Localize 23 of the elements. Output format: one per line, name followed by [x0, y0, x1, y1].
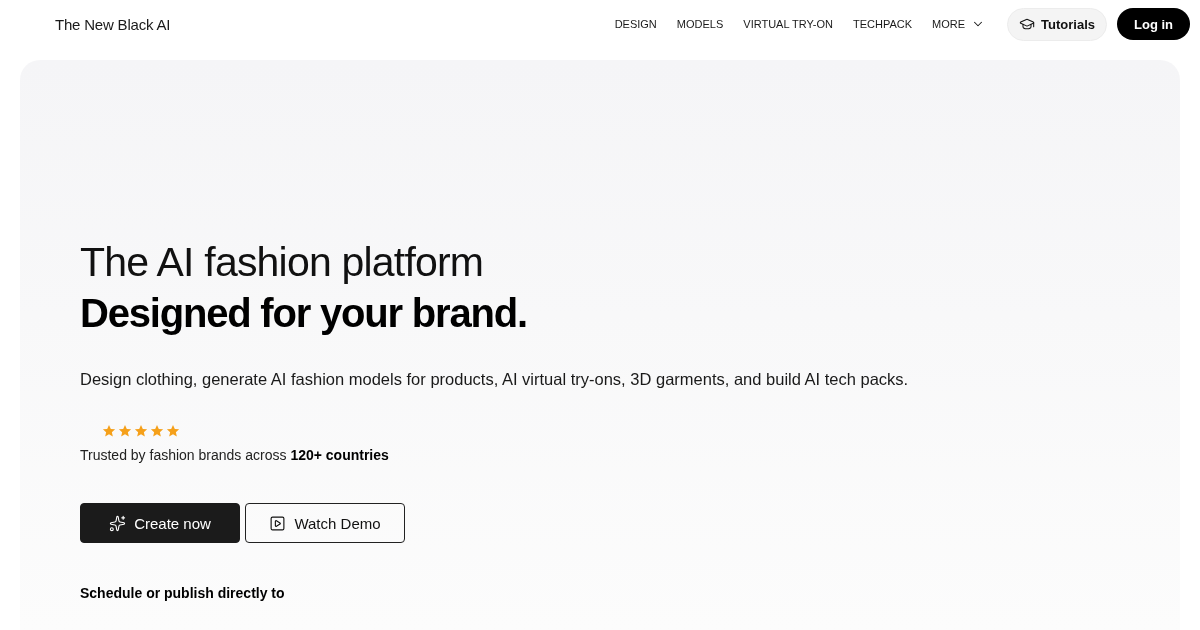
nav-link[interactable]: TECHPACK: [852, 18, 913, 30]
play-icon: [269, 514, 287, 532]
hero-title: The AI fashion platform: [80, 238, 484, 287]
brand-logo[interactable]: The New Black AI: [55, 15, 171, 33]
hero-description: Design clothing, generate AI fashion models for products, AI virtual try-ons, 3D garments, and build AI tech packs.: [80, 369, 909, 390]
nav-link[interactable]: DESIGN: [614, 18, 657, 30]
trust-text: Trusted by fashion brands across 120+ countries: [80, 446, 389, 464]
star-icon: [118, 424, 132, 438]
nav-link[interactable]: MORE: [932, 17, 986, 31]
publish-heading: Schedule or publish directly to: [80, 584, 285, 602]
nav-link[interactable]: MODELS: [676, 18, 724, 30]
star-icon: [150, 424, 164, 438]
create-button[interactable]: Create now: [80, 503, 240, 543]
nav-link[interactable]: VIRTUAL TRY-ON: [743, 18, 833, 30]
login-button[interactable]: Log in: [1117, 8, 1190, 40]
graduation-cap-icon: [1019, 16, 1036, 32]
hero-subtitle: Designed for your brand.: [80, 290, 527, 337]
sparkle-icon: [109, 514, 127, 532]
star-icon: [134, 424, 148, 438]
tutorials-button[interactable]: Tutorials: [1007, 7, 1107, 41]
star-icon: [166, 424, 180, 438]
demo-button[interactable]: Watch Demo: [245, 503, 405, 543]
star-icon: [102, 424, 116, 438]
